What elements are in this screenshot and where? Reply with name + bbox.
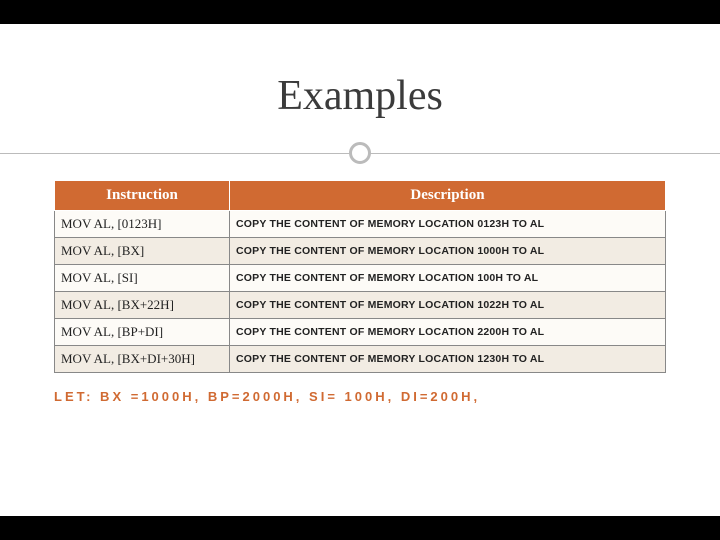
table-row: MOV AL, [SI] COPY THE CONTENT OF MEMORY … bbox=[55, 265, 666, 292]
header-description: Description bbox=[230, 181, 666, 211]
cell-description: COPY THE CONTENT OF MEMORY LOCATION 0123… bbox=[230, 211, 666, 238]
cell-description: COPY THE CONTENT OF MEMORY LOCATION 2200… bbox=[230, 319, 666, 346]
title-divider bbox=[0, 142, 720, 166]
slide-title: Examples bbox=[0, 72, 720, 120]
table-row: MOV AL, [BP+DI] COPY THE CONTENT OF MEMO… bbox=[55, 319, 666, 346]
cell-instruction: MOV AL, [BX] bbox=[55, 238, 230, 265]
cell-instruction: MOV AL, [BX+22H] bbox=[55, 292, 230, 319]
cell-instruction: MOV AL, [BP+DI] bbox=[55, 319, 230, 346]
slide: Examples Instruction Description MOV AL,… bbox=[0, 24, 720, 516]
table-row: MOV AL, [BX+22H] COPY THE CONTENT OF MEM… bbox=[55, 292, 666, 319]
header-instruction: Instruction bbox=[55, 181, 230, 211]
cell-description: COPY THE CONTENT OF MEMORY LOCATION 1230… bbox=[230, 346, 666, 373]
cell-instruction: MOV AL, [0123H] bbox=[55, 211, 230, 238]
table-row: MOV AL, [0123H] COPY THE CONTENT OF MEMO… bbox=[55, 211, 666, 238]
footer-note: LET: BX =1000H, BP=2000H, SI= 100H, DI=2… bbox=[54, 389, 720, 404]
cell-instruction: MOV AL, [BX+DI+30H] bbox=[55, 346, 230, 373]
divider-circle-icon bbox=[349, 142, 371, 164]
table-row: MOV AL, [BX] COPY THE CONTENT OF MEMORY … bbox=[55, 238, 666, 265]
table-row: MOV AL, [BX+DI+30H] COPY THE CONTENT OF … bbox=[55, 346, 666, 373]
instruction-table: Instruction Description MOV AL, [0123H] … bbox=[54, 180, 666, 373]
cell-description: COPY THE CONTENT OF MEMORY LOCATION 1000… bbox=[230, 238, 666, 265]
cell-description: COPY THE CONTENT OF MEMORY LOCATION 100H… bbox=[230, 265, 666, 292]
cell-description: COPY THE CONTENT OF MEMORY LOCATION 1022… bbox=[230, 292, 666, 319]
cell-instruction: MOV AL, [SI] bbox=[55, 265, 230, 292]
table-header-row: Instruction Description bbox=[55, 181, 666, 211]
